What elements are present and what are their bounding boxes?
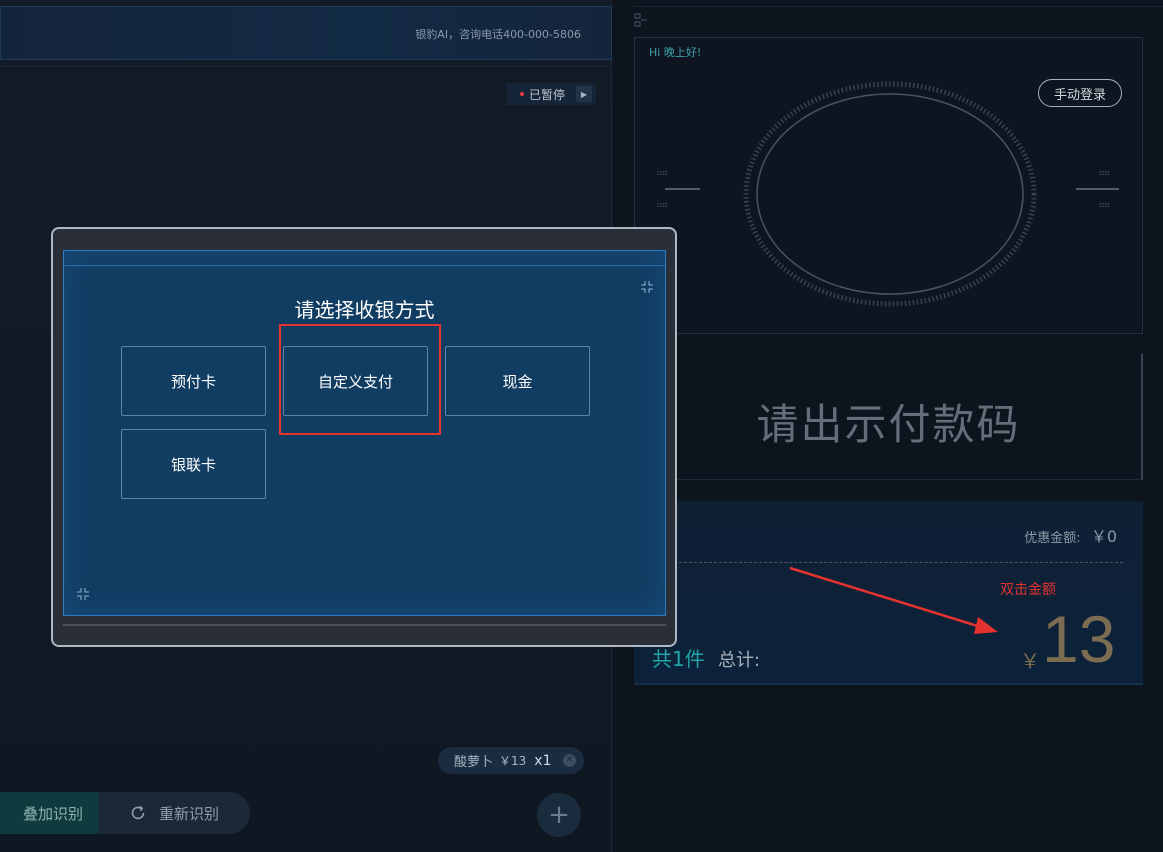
- dialog-title: 请选择收银方式: [294, 298, 435, 322]
- payment-code-panel: 请出示付款码: [634, 354, 1143, 480]
- totals-panel: 优惠金额: ￥0 双击金额 共1件 总计: ￥ 13: [634, 501, 1143, 685]
- total-label: 总计:: [718, 650, 761, 671]
- cash-button[interactable]: 现金: [445, 346, 590, 416]
- prepaid-card-button[interactable]: 预付卡: [121, 346, 266, 416]
- total-amount[interactable]: 13: [1042, 601, 1115, 677]
- dashed-divider: [674, 562, 1123, 563]
- stack-recognize-button[interactable]: 叠加识别: [0, 792, 98, 834]
- svg-text:▫▫: ▫▫: [1099, 168, 1110, 177]
- svg-text:▫▫: ▫▫: [657, 168, 668, 177]
- top-divider: [634, 6, 1163, 7]
- manual-login-button[interactable]: 手动登录: [1038, 79, 1122, 107]
- plus-icon: +: [548, 800, 570, 830]
- checkout-right-pane: ▫▫ ▫▫ ▫▫ ▫▫ Hi 晚上好! 手动登录 请出示付款码 优惠金额: ￥0…: [614, 0, 1163, 852]
- discount-label: 优惠金额:: [1024, 531, 1081, 546]
- stack-recognize-label: 叠加识别: [22, 804, 83, 823]
- discount-value: ￥0: [1090, 527, 1117, 546]
- discount-row: 优惠金额: ￥0: [1024, 523, 1117, 547]
- contact-info: 银豹AI，咨询电话400-000-5806: [415, 28, 581, 41]
- manual-login-label: 手动登录: [1053, 87, 1106, 103]
- recognized-item-chip[interactable]: 酸萝卜 ￥13 x1 ✕: [438, 747, 584, 774]
- remove-item-icon[interactable]: ✕: [563, 754, 576, 767]
- item-qty: x1: [534, 752, 552, 769]
- item-name: 酸萝卜: [454, 755, 494, 770]
- add-item-button[interactable]: +: [537, 793, 581, 837]
- item-price: ￥13: [499, 754, 527, 768]
- svg-text:▫▫: ▫▫: [1099, 200, 1110, 209]
- rerecognize-button[interactable]: 重新识别: [98, 792, 250, 834]
- unionpay-card-label: 银联卡: [170, 455, 216, 474]
- refresh-icon: [131, 805, 145, 820]
- cash-label: 现金: [502, 372, 533, 391]
- currency-symbol: ￥: [1020, 649, 1040, 673]
- camera-status-badge[interactable]: 已暂停 ▶: [506, 83, 596, 105]
- dialog-bottom-line: [63, 624, 666, 626]
- corner-mark-icon: [77, 588, 89, 600]
- payment-code-prompt: 请出示付款码: [756, 400, 1021, 449]
- camera-status-label: 已暂停: [529, 87, 566, 102]
- grid-icon: [634, 13, 647, 27]
- status-dot-icon: [520, 92, 524, 96]
- highlight-annotation: [279, 324, 441, 435]
- top-info-bar: 银豹AI，咨询电话400-000-5806: [0, 6, 612, 60]
- corner-mark-icon: [641, 281, 653, 293]
- face-login-panel: ▫▫ ▫▫ ▫▫ ▫▫ Hi 晚上好! 手动登录: [634, 37, 1143, 334]
- play-icon[interactable]: ▶: [576, 86, 592, 102]
- item-count: 共1件: [652, 647, 705, 671]
- rerecognize-label: 重新识别: [158, 804, 219, 823]
- unionpay-card-button[interactable]: 银联卡: [121, 429, 266, 499]
- dialog-header-line: [64, 265, 665, 266]
- svg-text:▫▫: ▫▫: [657, 200, 668, 209]
- prepaid-card-label: 预付卡: [170, 372, 216, 391]
- greeting-text: Hi 晚上好!: [649, 46, 702, 59]
- annotation-tip: 双击金额: [1000, 582, 1056, 598]
